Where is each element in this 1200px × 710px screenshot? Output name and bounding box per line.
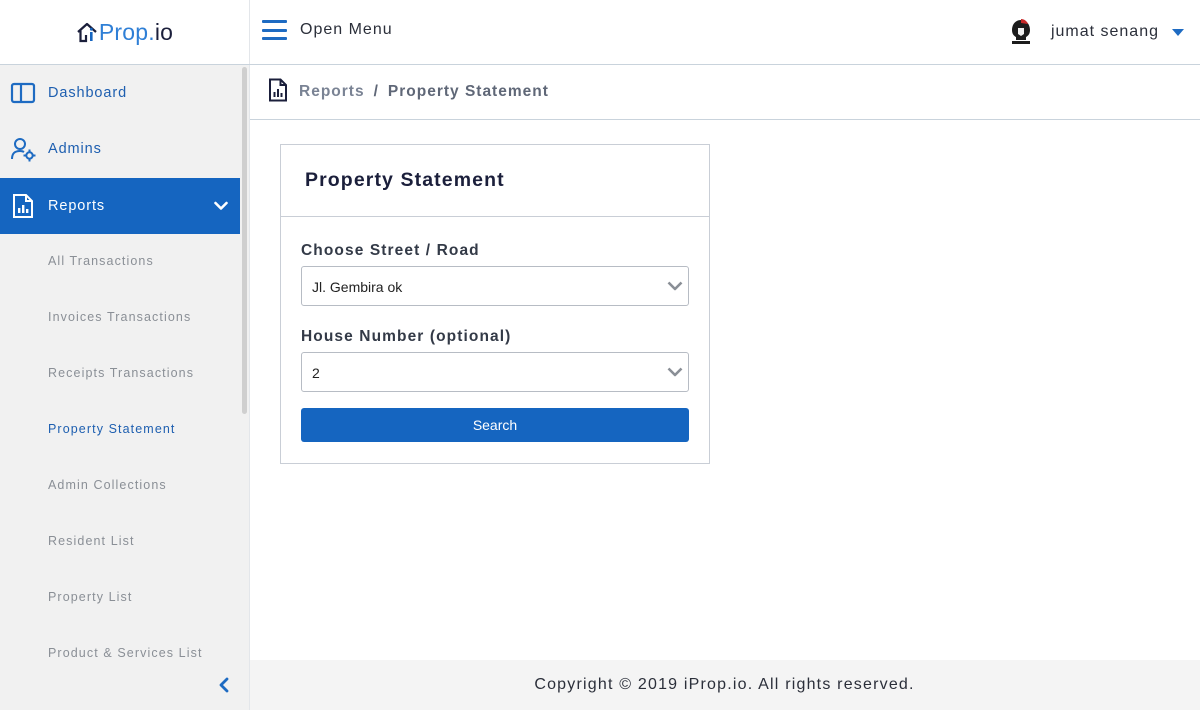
logo-text-io: io: [154, 18, 174, 45]
hamburger-icon: [262, 20, 287, 40]
house-logo-icon: [77, 22, 97, 43]
sidebar-subitem-admin-collections[interactable]: Admin Collections: [0, 457, 240, 513]
caret-down-icon: [1172, 28, 1184, 36]
dashboard-icon: [10, 82, 36, 104]
chevron-down-icon: [667, 367, 683, 377]
spartan-avatar-icon: [1011, 19, 1030, 44]
card-header: Property Statement: [281, 145, 709, 217]
sidebar-subitem-label: Admin Collections: [48, 478, 167, 492]
footer: Copyright © 2019 iProp.io. All rights re…: [250, 660, 1200, 710]
chevron-down-icon: [667, 281, 683, 291]
street-select[interactable]: Jl. Gembira ok: [301, 266, 689, 306]
sidebar-subitem-property-list[interactable]: Property List: [0, 569, 240, 625]
sidebar-subitem-label: Receipts Transactions: [48, 366, 195, 380]
top-bar: Prop. io Open Menu jumat senang: [0, 0, 1200, 65]
sidebar-item-label: Dashboard: [48, 85, 128, 101]
sidebar-scrollbar[interactable]: [242, 67, 247, 414]
logo-container: Prop. io: [0, 0, 250, 64]
copyright-text: Copyright © 2019 iProp.io. All rights re…: [534, 676, 915, 693]
sidebar-subitem-receipts-transactions[interactable]: Receipts Transactions: [0, 345, 240, 401]
house-number-select[interactable]: 2: [301, 352, 689, 392]
sidebar-item-label: Admins: [48, 141, 102, 157]
house-number-select-value: 2: [312, 365, 320, 381]
sidebar-item-label: Reports: [48, 198, 106, 214]
logo-text-prop: Prop: [98, 18, 149, 45]
property-statement-card: Property Statement Choose Street / Road …: [280, 144, 710, 464]
sidebar-subitem-label: Invoices Transactions: [48, 310, 192, 324]
sidebar-subitem-all-transactions[interactable]: All Transactions: [0, 233, 240, 289]
sidebar-subitem-label: Property List: [48, 590, 133, 604]
street-label: Choose Street / Road: [301, 242, 480, 259]
sidebar-subitem-label: Product & Services List: [48, 646, 203, 660]
sidebar-subitem-label: All Transactions: [48, 254, 154, 268]
logo-text-dot: .: [148, 18, 155, 45]
house-number-label: House Number (optional): [301, 328, 512, 345]
open-menu-label: Open Menu: [300, 21, 393, 38]
breadcrumb-reports-link[interactable]: Reports: [299, 83, 365, 101]
sidebar-subitem-property-statement[interactable]: Property Statement: [0, 401, 240, 457]
card-title: Property Statement: [305, 169, 505, 191]
chevron-down-icon: [214, 201, 228, 210]
breadcrumb-current: Property Statement: [387, 83, 549, 100]
open-menu-button[interactable]: Open Menu: [262, 20, 393, 40]
sidebar-item-reports[interactable]: Reports: [0, 178, 240, 234]
sidebar-item-dashboard[interactable]: Dashboard: [0, 65, 240, 121]
sidebar-subitem-invoices-transactions[interactable]: Invoices Transactions: [0, 289, 240, 345]
sidebar-subitem-label: Property Statement: [48, 422, 176, 436]
breadcrumb: Reports / Property Statement: [299, 83, 549, 101]
street-select-value: Jl. Gembira ok: [312, 279, 403, 295]
report-document-icon: [269, 78, 287, 102]
user-name: jumat senang: [1050, 23, 1159, 40]
sidebar-subitem-product-services-list[interactable]: Product & Services List: [0, 625, 240, 681]
collapse-sidebar-chevron-left-icon[interactable]: [216, 676, 232, 694]
sidebar-subitem-label: Resident List: [48, 534, 135, 548]
user-menu[interactable]: jumat senang: [1008, 18, 1184, 46]
iprop-logo[interactable]: Prop. io: [76, 19, 173, 46]
report-document-icon: [13, 194, 33, 218]
sidebar-item-admins[interactable]: Admins: [0, 121, 240, 177]
search-button[interactable]: Search: [301, 408, 689, 442]
sidebar: Dashboard Admins Reports All Transaction…: [0, 65, 250, 710]
breadcrumb-separator: /: [373, 83, 379, 100]
sidebar-subitem-resident-list[interactable]: Resident List: [0, 513, 240, 569]
admin-user-gear-icon: [11, 138, 36, 162]
breadcrumb-bar: Reports / Property Statement: [250, 65, 1200, 120]
